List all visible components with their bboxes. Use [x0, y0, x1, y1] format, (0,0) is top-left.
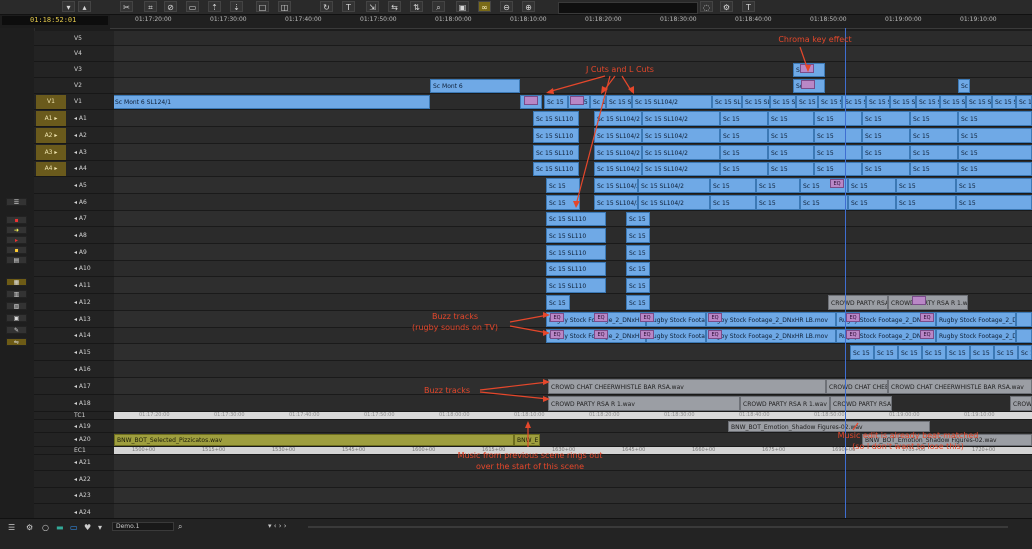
- annotation-line: Music edit is already beat-matched: [837, 431, 979, 440]
- annotation-buzz-tracks-2: Buzz tracks: [423, 386, 471, 395]
- search-icon[interactable]: ⌕: [178, 522, 182, 532]
- annotation-jl-cuts: J Cuts and L Cuts: [586, 65, 654, 74]
- annotation-line: (so I don't want to lose this): [852, 442, 964, 451]
- annotation-line: Buzz tracks: [431, 312, 479, 321]
- annotation-line: Music from previous scene rings out: [457, 451, 603, 460]
- color-icon[interactable]: ▬: [56, 523, 64, 532]
- timeline-status-bar: ☰ ⚙ ○ ▬ ▭ ♥ ▾ Demo.1 ⌕ ▾ ‹ › ›: [0, 518, 1032, 549]
- annotation-buzz-tracks-1: Buzz tracks (rugby sounds on TV): [395, 311, 515, 333]
- annotation-line: (rugby sounds on TV): [412, 323, 498, 332]
- annotation-chroma-key: Chroma key effect: [778, 35, 852, 44]
- annotation-line: over the start of this scene: [475, 462, 585, 471]
- menu-icon[interactable]: ☰: [8, 523, 15, 532]
- zoom-nav-icon[interactable]: ▾ ‹ › ›: [268, 522, 287, 530]
- circle-icon[interactable]: ○: [42, 523, 49, 532]
- annotation-beat-matched: Music edit is already beat-matched (so I…: [808, 430, 1008, 452]
- sequence-selector[interactable]: Demo.1: [112, 522, 174, 531]
- timeline-scrollbar[interactable]: [308, 526, 1008, 528]
- heart-icon[interactable]: ♥: [84, 523, 91, 532]
- annotation-music-rings-out: Music from previous scene rings out over…: [425, 450, 635, 472]
- settings-icon[interactable]: ⚙: [26, 523, 33, 532]
- monitor-icon[interactable]: ▭: [70, 523, 78, 532]
- chevron-down-icon[interactable]: ▾: [98, 523, 102, 532]
